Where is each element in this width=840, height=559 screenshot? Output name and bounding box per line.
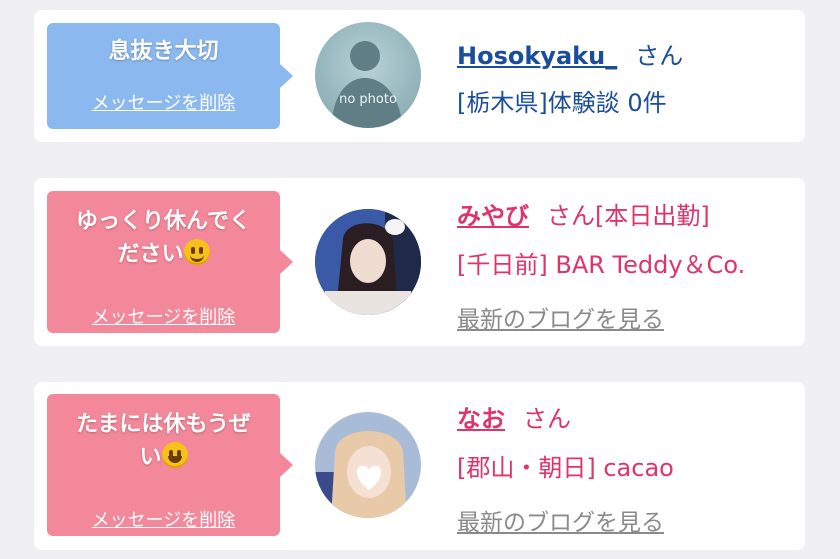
- avatar[interactable]: [315, 209, 421, 315]
- message-text: ゆっくり休んでく ださい: [47, 191, 280, 271]
- profile-photo: [315, 209, 421, 315]
- shop-name: [郡山・朝日] cacao: [457, 454, 674, 482]
- user-name-link[interactable]: なお: [457, 405, 505, 433]
- message-bubble: ゆっくり休んでく ださい メッセージを削除: [47, 191, 293, 333]
- shop-name: [千日前] BAR Teddy＆Co.: [457, 251, 746, 279]
- user-name-link[interactable]: みやび: [457, 202, 529, 230]
- message-line: たまには休もうぜ: [76, 412, 251, 437]
- user-info: なお さん [郡山・朝日] cacao 最新のブログを見る: [457, 399, 674, 537]
- message-bubble: 息抜き大切 メッセージを削除: [47, 23, 293, 129]
- user-name-link[interactable]: Hosokyaku_: [457, 42, 617, 70]
- message-line: ゆっくり休んでく: [76, 209, 251, 234]
- grinning-face-icon: [161, 442, 188, 468]
- person-silhouette-icon: [331, 41, 403, 128]
- user-detail: [栃木県]体験談 0件: [457, 89, 667, 117]
- latest-blog-link[interactable]: 最新のブログを見る: [457, 503, 674, 537]
- honorific: さん: [635, 42, 684, 70]
- message-bubble: たまには休もうぜ い メッセージを削除: [47, 394, 293, 536]
- honorific: さん: [523, 405, 571, 433]
- avatar[interactable]: no photo: [315, 22, 421, 128]
- latest-blog-link[interactable]: 最新のブログを見る: [457, 300, 745, 334]
- smiling-face-icon: [183, 239, 210, 265]
- no-photo-label: no photo: [339, 92, 397, 107]
- delete-message-link[interactable]: メッセージを削除: [47, 506, 280, 532]
- delete-message-link[interactable]: メッセージを削除: [47, 89, 280, 115]
- message-line: い: [139, 445, 162, 470]
- message-text: たまには休もうぜ い: [47, 394, 280, 474]
- message-card: たまには休もうぜ い メッセージを削除 なお さん [郡山・朝日] cacao 最…: [34, 382, 805, 550]
- profile-photo: [315, 412, 421, 518]
- message-text: 息抜き大切: [108, 39, 219, 64]
- user-info: Hosokyaku_ さん [栃木県]体験談 0件: [457, 36, 683, 118]
- message-card: 息抜き大切 メッセージを削除 no photo Hosokyaku_ さん [栃木…: [34, 10, 805, 142]
- message-card: ゆっくり休んでく ださい メッセージを削除 みやび さん[本日出勤] [千日前] …: [34, 178, 805, 346]
- avatar[interactable]: [315, 412, 421, 518]
- message-line: ださい: [117, 242, 184, 267]
- delete-message-link[interactable]: メッセージを削除: [47, 303, 280, 329]
- user-info: みやび さん[本日出勤] [千日前] BAR Teddy＆Co. 最新のブログを見…: [457, 196, 745, 334]
- honorific: さん: [547, 202, 595, 230]
- status-badge: [本日出勤]: [595, 202, 710, 230]
